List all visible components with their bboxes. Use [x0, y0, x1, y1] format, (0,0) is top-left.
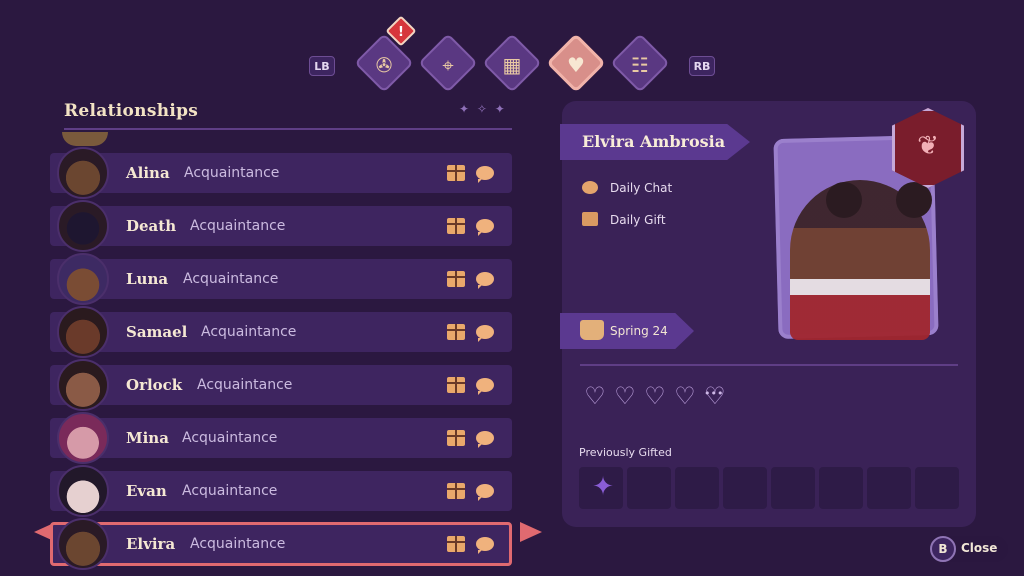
- gift-slot[interactable]: [771, 467, 815, 509]
- quest-scroll-icon: ✇: [375, 53, 393, 77]
- chat-icon: [476, 484, 494, 501]
- row-status: Acquaintance: [201, 324, 297, 340]
- previous-avatar-peek: [62, 132, 108, 146]
- detail-divider: [580, 364, 958, 366]
- gift-icon: [447, 536, 465, 552]
- chat-icon: [476, 166, 494, 183]
- gift-icon: [447, 483, 465, 499]
- gift-slot[interactable]: [867, 467, 911, 509]
- empty-heart-icon: ♡: [584, 382, 606, 410]
- relationship-row-alina[interactable]: [50, 153, 512, 193]
- close-label: Close: [961, 541, 998, 555]
- previously-gifted-label: Previously Gifted: [579, 446, 672, 459]
- avatar-death: [57, 200, 109, 252]
- row-name: Orlock: [126, 376, 183, 394]
- character-name: Elvira Ambrosia: [582, 132, 726, 151]
- daily-gift-icon: [582, 212, 598, 226]
- gift-icon: [447, 218, 465, 234]
- avatar-orlock: [57, 359, 109, 411]
- avatar-alina: [57, 147, 109, 199]
- lb-shoulder-button[interactable]: LB: [309, 56, 335, 76]
- avatar-evan: [57, 465, 109, 517]
- empty-heart-icon: ♡: [674, 382, 696, 410]
- relationship-row-luna[interactable]: [50, 259, 512, 299]
- avatar-samael: [57, 306, 109, 358]
- row-status: Acquaintance: [197, 377, 293, 393]
- empty-heart-icon: ♡: [644, 382, 666, 410]
- chat-icon: [476, 378, 494, 395]
- book-icon: ☷: [631, 53, 649, 77]
- relationship-row-evan[interactable]: [50, 471, 512, 511]
- category-tab-bar: LB ✇ ⌖ ▦ ♥ ☷ RB: [0, 18, 1024, 93]
- b-button-icon: B: [930, 536, 956, 562]
- row-name: Mina: [126, 429, 169, 447]
- row-name: Samael: [126, 323, 188, 341]
- row-status: Acquaintance: [183, 271, 279, 287]
- title-divider: [64, 128, 512, 130]
- avatar-luna: [57, 253, 109, 305]
- gift-slot[interactable]: [675, 467, 719, 509]
- row-status: Acquaintance: [182, 430, 278, 446]
- avatar-mina: [57, 412, 109, 464]
- selection-wing-right-icon: [520, 522, 542, 542]
- relationships-title: Relationships: [64, 101, 199, 121]
- portrait-hair-bun: [826, 182, 862, 218]
- birthday-date: Spring 24: [610, 324, 668, 338]
- gift-slot[interactable]: [627, 467, 671, 509]
- heart-icon: ♥: [567, 53, 585, 77]
- chat-icon: [476, 219, 494, 236]
- gift-icon: [447, 377, 465, 393]
- gift-slot[interactable]: [819, 467, 863, 509]
- row-name: Luna: [126, 270, 169, 288]
- gift-icon: [447, 324, 465, 340]
- alert-exclamation-icon: !: [398, 24, 404, 40]
- chat-icon: [476, 325, 494, 342]
- row-status: Acquaintance: [190, 218, 286, 234]
- gift-icon: [447, 430, 465, 446]
- gift-icon: [447, 165, 465, 181]
- row-name: Elvira: [126, 535, 176, 553]
- calendar-icon: ▦: [502, 53, 522, 77]
- daily-gift-label: Daily Gift: [610, 213, 666, 227]
- rb-shoulder-button[interactable]: RB: [689, 56, 715, 76]
- row-name: Alina: [126, 164, 170, 182]
- relationship-row-mina[interactable]: [50, 418, 512, 458]
- map-icon: ⌖: [442, 53, 454, 77]
- chat-icon: [476, 431, 494, 448]
- row-status: Acquaintance: [190, 536, 286, 552]
- row-name: Death: [126, 217, 177, 235]
- hearts-overflow-icon: •••: [704, 387, 724, 400]
- gift-slot[interactable]: [723, 467, 767, 509]
- birthday-cake-icon: [580, 320, 604, 340]
- sparkle-decoration-icon: ✦ ✧ ✦: [459, 102, 507, 116]
- purple-flower-gift-icon: ✦: [592, 472, 614, 502]
- row-status: Acquaintance: [182, 483, 278, 499]
- empty-heart-icon: ♡: [614, 382, 636, 410]
- daily-chat-label: Daily Chat: [610, 181, 673, 195]
- bat-crest-icon: ❦: [917, 131, 939, 161]
- row-name: Evan: [126, 482, 167, 500]
- chat-icon: [476, 537, 494, 554]
- row-status: Acquaintance: [184, 165, 280, 181]
- portrait-hair-bun: [896, 182, 932, 218]
- gift-icon: [447, 271, 465, 287]
- gift-slot[interactable]: [915, 467, 959, 509]
- daily-chat-icon: [582, 181, 598, 194]
- chat-icon: [476, 272, 494, 289]
- avatar-elvira: [57, 518, 109, 570]
